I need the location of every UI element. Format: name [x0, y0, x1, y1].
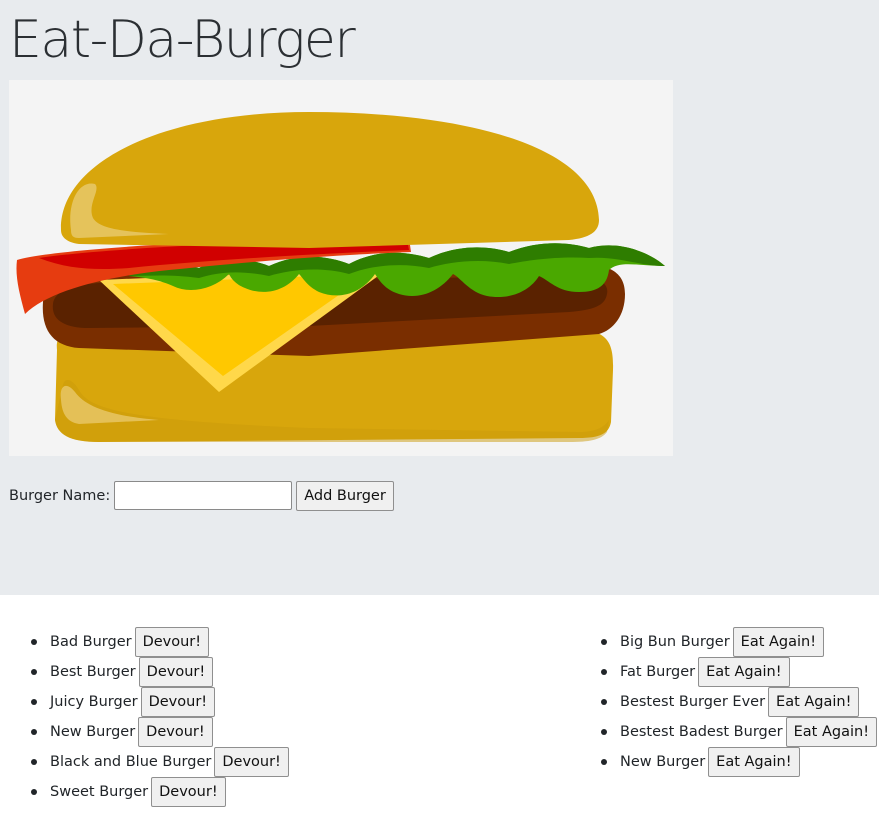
devoured-list: Big Bun Burger Eat Again! Fat Burger Eat… — [600, 627, 878, 777]
list-item: Bestest Burger Ever Eat Again! — [600, 687, 877, 717]
eat-again-button[interactable]: Eat Again! — [785, 717, 878, 747]
list-item: New Burger Eat Again! — [600, 747, 877, 777]
eat-again-button[interactable]: Eat Again! — [732, 627, 825, 657]
burger-name: Bad Burger — [50, 634, 132, 650]
list-item: Fat Burger Eat Again! — [600, 657, 877, 687]
bullet-icon — [31, 729, 37, 735]
burger-name-label: Burger Name: — [9, 487, 111, 504]
burger-name: New Burger — [620, 754, 706, 770]
add-burger-form: Burger Name: Add Burger — [9, 480, 394, 511]
burger-name: Big Bun Burger — [620, 634, 730, 650]
bullet-icon — [601, 729, 607, 735]
devour-button[interactable]: Devour! — [214, 747, 289, 777]
burger-image — [9, 80, 673, 456]
devour-button[interactable]: Devour! — [134, 627, 210, 657]
list-item: Best Burger Devour! — [30, 657, 289, 687]
burger-name: New Burger — [50, 724, 136, 740]
devour-button[interactable]: Devour! — [151, 777, 226, 807]
list-item: New Burger Devour! — [30, 717, 289, 747]
list-item: Black and Blue Burger Devour! — [30, 747, 289, 777]
page-title: Eat-Da-Burger — [9, 10, 356, 70]
bullet-icon — [31, 639, 37, 645]
burger-name: Black and Blue Burger — [50, 754, 212, 770]
bullet-icon — [31, 669, 37, 675]
list-item: Juicy Burger Devour! — [30, 687, 289, 717]
add-burger-button[interactable]: Add Burger — [296, 480, 394, 511]
bullet-icon — [31, 789, 37, 795]
bullet-icon — [601, 759, 607, 765]
burger-name: Best Burger — [50, 664, 136, 680]
devour-button[interactable]: Devour! — [138, 717, 213, 747]
bullet-icon — [601, 639, 607, 645]
bullet-icon — [31, 759, 37, 765]
bullet-icon — [601, 699, 607, 705]
bullet-icon — [31, 699, 37, 705]
list-item: Bad Burger Devour! — [30, 627, 289, 657]
burger-name: Bestest Badest Burger — [620, 724, 783, 740]
list-item: Big Bun Burger Eat Again! — [600, 627, 877, 657]
list-item: Bestest Badest Burger Eat Again! — [600, 717, 878, 747]
devour-button[interactable]: Devour! — [138, 657, 214, 687]
burger-name-input[interactable] — [114, 481, 293, 510]
burger-name: Sweet Burger — [50, 784, 149, 800]
devour-button[interactable]: Devour! — [140, 687, 216, 717]
jumbotron: Eat-Da-Burger Burger Name: Add Burger — [0, 0, 879, 595]
eat-again-button[interactable]: Eat Again! — [708, 747, 800, 777]
burger-name: Fat Burger — [620, 664, 696, 680]
bullet-icon — [601, 669, 607, 675]
burger-name: Bestest Burger Ever — [620, 694, 766, 710]
burger-name: Juicy Burger — [50, 694, 138, 710]
not-devoured-list: Bad Burger Devour! Best Burger Devour! J… — [30, 627, 289, 807]
eat-again-button[interactable]: Eat Again! — [698, 657, 790, 687]
eat-again-button[interactable]: Eat Again! — [768, 687, 860, 717]
list-item: Sweet Burger Devour! — [30, 777, 289, 807]
